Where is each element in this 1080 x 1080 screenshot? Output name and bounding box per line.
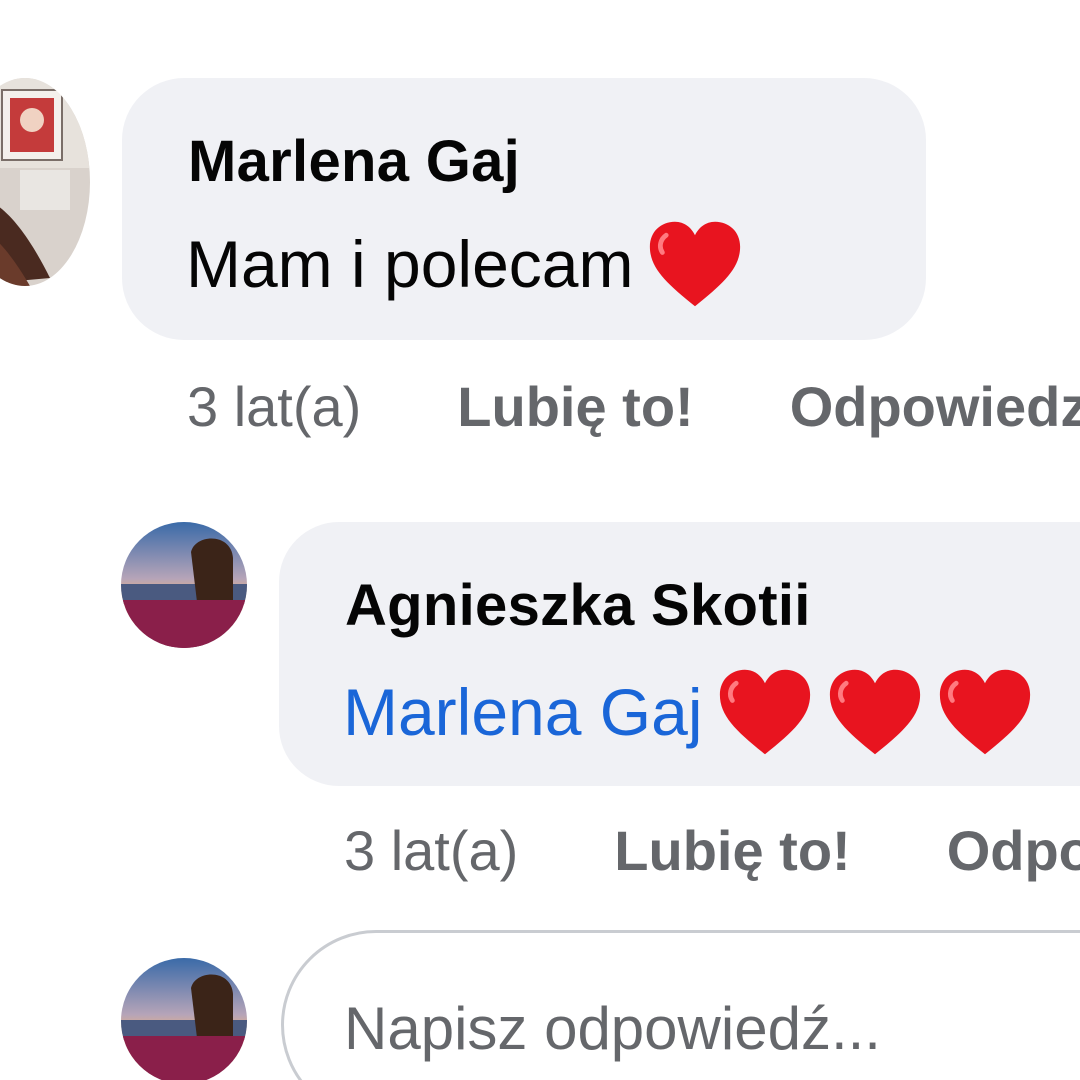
avatar-marlena[interactable] xyxy=(0,78,90,286)
comment-timestamp[interactable]: 3 lat(a) xyxy=(344,818,518,883)
like-button[interactable]: Lubię to! xyxy=(457,374,693,439)
comment-bubble: Marlena Gaj Mam i polecam xyxy=(122,78,926,340)
heart-emoji-icon xyxy=(650,221,741,307)
heart-emoji-icon xyxy=(719,669,810,755)
reply-bubble: Agnieszka Skotii Marlena Gaj xyxy=(279,522,1080,786)
comment-timestamp[interactable]: 3 lat(a) xyxy=(187,374,361,439)
mention-link[interactable]: Marlena Gaj xyxy=(343,674,703,750)
reply-input-container[interactable] xyxy=(281,930,1080,1080)
reply-button[interactable]: Odpowiedz xyxy=(790,374,1080,439)
comment-author[interactable]: Agnieszka Skotii xyxy=(345,572,811,639)
avatar-current-user[interactable] xyxy=(121,958,247,1080)
comment-actions: 3 lat(a) Lubię to! Odpowiedz xyxy=(344,818,1080,883)
comment-body: Mam i polecam xyxy=(186,227,634,301)
comment-text: Mam i polecam xyxy=(186,218,743,310)
avatar-agnieszka[interactable] xyxy=(121,522,247,648)
heart-emoji-icon xyxy=(939,669,1030,755)
comment-actions: 3 lat(a) Lubię to! Odpowiedz xyxy=(187,374,1080,439)
reply-button[interactable]: Odpowiedz xyxy=(947,818,1080,883)
comment-author[interactable]: Marlena Gaj xyxy=(188,128,520,195)
like-button[interactable]: Lubię to! xyxy=(614,818,850,883)
reply-input[interactable] xyxy=(344,983,1080,1073)
comment-thread: Marlena Gaj Mam i polecam 3 lat(a) Lubię… xyxy=(0,0,1080,1080)
comment-text: Marlena Gaj xyxy=(343,666,1033,758)
heart-emoji-icon xyxy=(829,669,920,755)
